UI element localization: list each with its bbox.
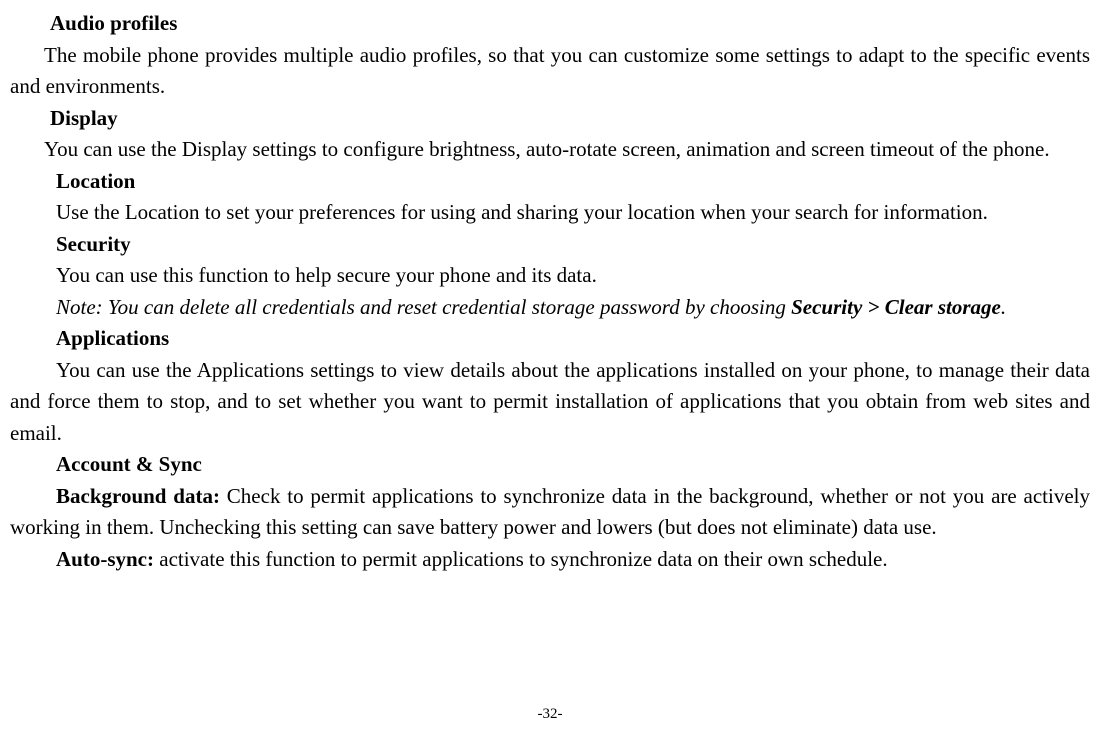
- note-bold: Security > Clear storage: [791, 295, 1001, 319]
- auto-label: Auto-sync:: [56, 547, 159, 571]
- para-background-data: Background data: Check to permit applica…: [10, 481, 1090, 544]
- para-security-note: Note: You can delete all credentials and…: [10, 292, 1090, 324]
- para-applications: You can use the Applications settings to…: [10, 355, 1090, 450]
- para-auto-sync: Auto-sync: activate this function to per…: [10, 544, 1090, 576]
- note-prefix: Note: You can delete all credentials and…: [56, 295, 791, 319]
- heading-applications: Applications: [10, 323, 1090, 355]
- para-display: You can use the Display settings to conf…: [10, 134, 1090, 166]
- para-security: You can use this function to help secure…: [10, 260, 1090, 292]
- heading-display: Display: [10, 103, 1090, 135]
- para-location: Use the Location to set your preferences…: [10, 197, 1090, 229]
- note-suffix: .: [1001, 295, 1006, 319]
- heading-audio-profiles: Audio profiles: [10, 8, 1090, 40]
- auto-body: activate this function to permit applica…: [159, 547, 887, 571]
- bg-label: Background data:: [56, 484, 227, 508]
- heading-security: Security: [10, 229, 1090, 261]
- page-number: -32-: [0, 703, 1100, 726]
- document-content: Audio profiles The mobile phone provides…: [10, 8, 1090, 575]
- heading-account-sync: Account & Sync: [10, 449, 1090, 481]
- heading-location: Location: [10, 166, 1090, 198]
- para-audio-profiles: The mobile phone provides multiple audio…: [10, 40, 1090, 103]
